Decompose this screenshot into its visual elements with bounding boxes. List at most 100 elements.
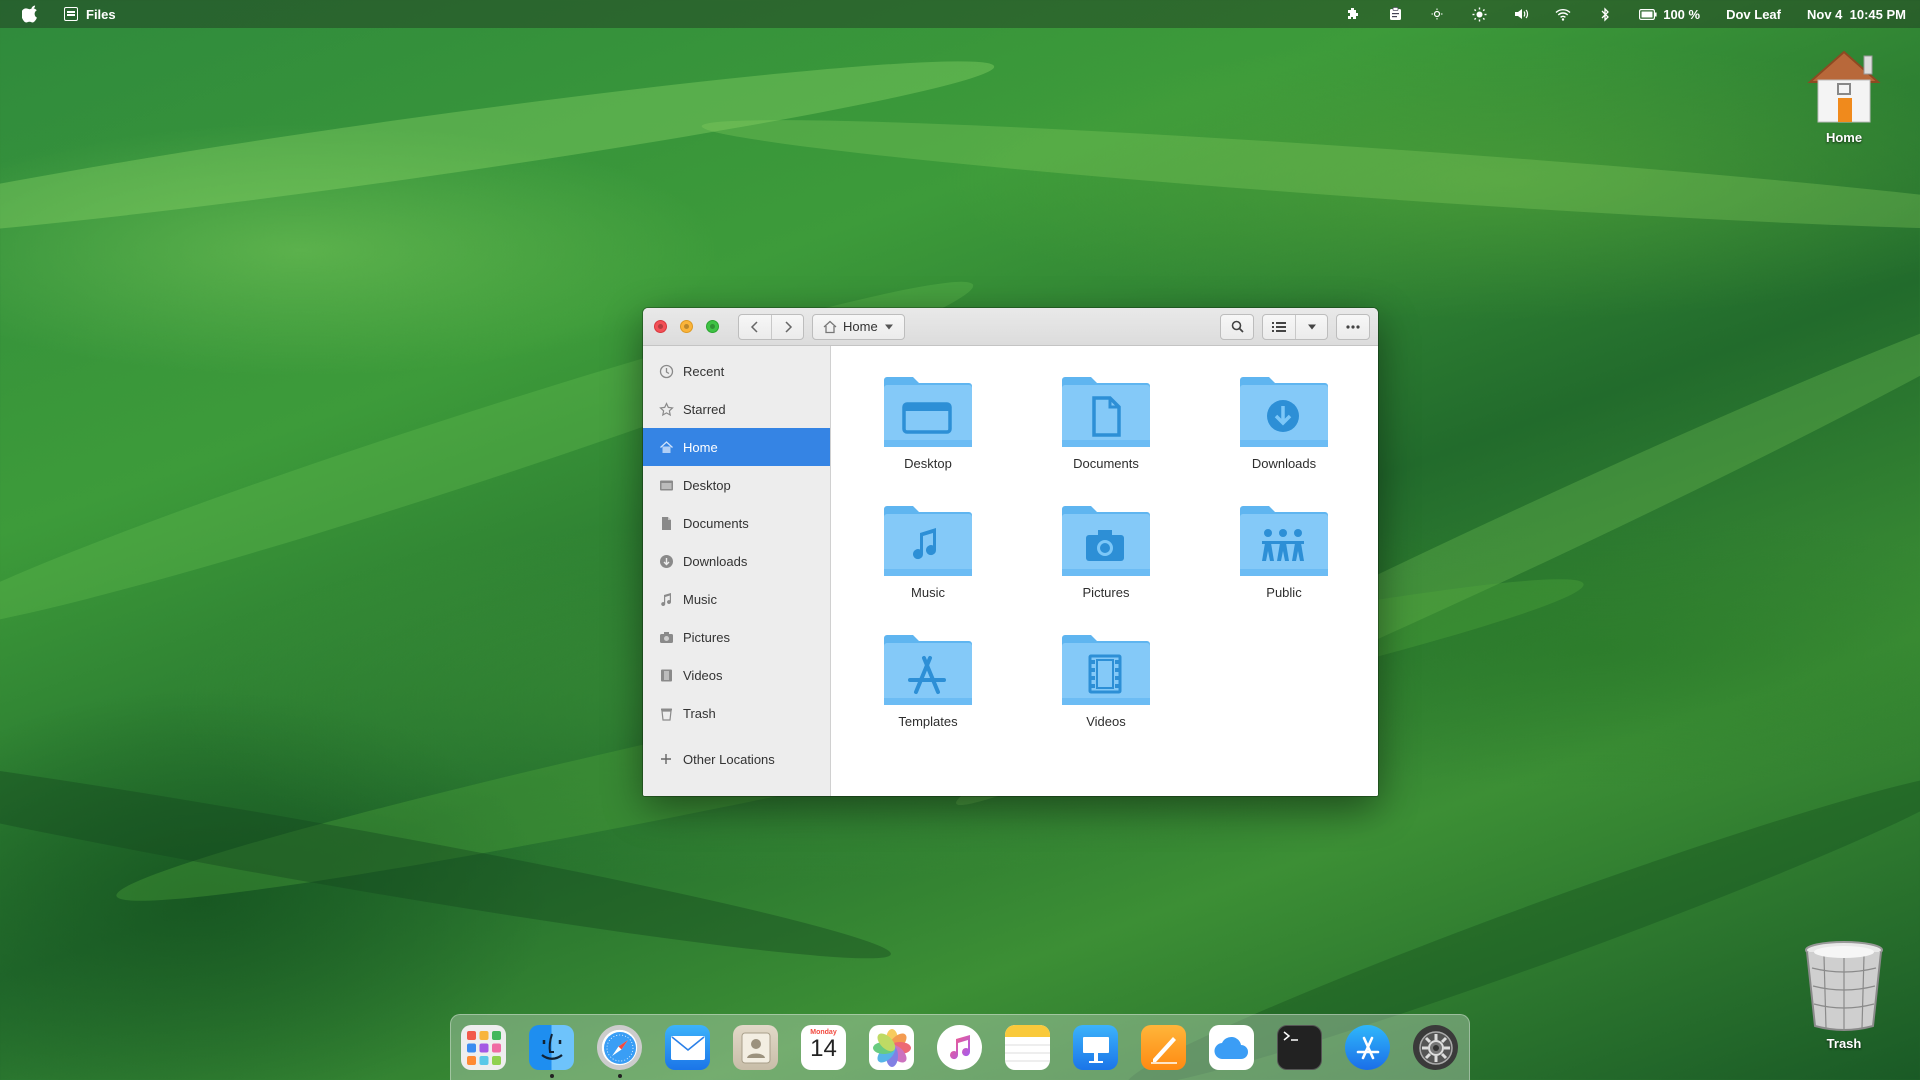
dock: Monday 14 xyxy=(450,1014,1470,1080)
dock-contacts[interactable] xyxy=(733,1025,778,1070)
dock-keynote[interactable] xyxy=(1073,1025,1118,1070)
terminal-icon xyxy=(1283,1031,1298,1041)
star-icon xyxy=(658,401,674,417)
people-folder-icon xyxy=(1240,506,1328,576)
sidebar-item-home[interactable]: Home xyxy=(643,428,830,466)
view-options-button[interactable] xyxy=(1295,314,1327,339)
clock-icon xyxy=(658,363,674,379)
wifi-icon[interactable] xyxy=(1555,6,1571,22)
dock-calendar[interactable]: Monday 14 xyxy=(801,1025,846,1070)
dock-notes[interactable] xyxy=(1005,1025,1050,1070)
music-folder-icon xyxy=(884,506,972,576)
apple-menu-icon[interactable] xyxy=(22,5,40,23)
menu-button[interactable] xyxy=(1337,315,1369,339)
photos-icon xyxy=(872,1028,911,1067)
path-bar-home[interactable]: Home xyxy=(812,313,905,340)
active-app-name[interactable]: Files xyxy=(86,7,116,22)
forward-button[interactable] xyxy=(771,314,803,339)
launchpad-icon xyxy=(466,1030,501,1065)
dock-settings[interactable] xyxy=(1413,1025,1458,1070)
close-button[interactable] xyxy=(654,320,667,333)
minimize-button[interactable] xyxy=(680,320,693,333)
desktop-trash-icon[interactable]: Trash xyxy=(1800,938,1888,1051)
bluetooth-icon[interactable] xyxy=(1597,6,1613,22)
sidebar-item-label: Pictures xyxy=(683,629,730,645)
search-button-group xyxy=(1220,313,1254,340)
header-bar[interactable]: Home xyxy=(643,308,1378,346)
folder-videos[interactable]: Videos xyxy=(1036,632,1176,729)
dock-files[interactable] xyxy=(529,1025,574,1078)
download-folder-icon xyxy=(1240,377,1328,447)
dock-music[interactable] xyxy=(937,1025,982,1070)
folder-downloads[interactable]: Downloads xyxy=(1214,374,1354,471)
sidebar: Recent Starred Home Desktop Documents Downloa… xyxy=(643,346,831,796)
sidebar-item-videos[interactable]: Videos xyxy=(643,656,830,694)
film-icon xyxy=(658,667,674,683)
folder-view: Desktop Documents Downloads Music Pictures Pu… xyxy=(831,346,1378,796)
battery-icon xyxy=(1639,8,1657,20)
caret-down-icon xyxy=(884,324,893,329)
night-light-icon[interactable] xyxy=(1429,6,1445,22)
dock-safari[interactable] xyxy=(597,1025,642,1078)
battery-percentage: 100 % xyxy=(1663,6,1701,22)
sidebar-item-trash[interactable]: Trash xyxy=(643,694,830,732)
sidebar-item-other-locations[interactable]: Other Locations xyxy=(643,740,830,778)
sidebar-item-recent[interactable]: Recent xyxy=(643,352,830,390)
contacts-icon xyxy=(741,1032,770,1063)
caret-down-icon xyxy=(1307,324,1316,329)
dock-photos[interactable] xyxy=(869,1025,914,1070)
battery-indicator[interactable]: 100 % xyxy=(1639,6,1700,22)
list-icon xyxy=(1272,321,1286,332)
folder-documents[interactable]: Documents xyxy=(1036,374,1176,471)
folder-public[interactable]: Public xyxy=(1214,503,1354,600)
top-bar: Files 100 % Dov Leaf Nov 4 10:45 PM xyxy=(0,0,1920,28)
desktop-home-label: Home xyxy=(1825,130,1863,145)
sidebar-item-downloads[interactable]: Downloads xyxy=(643,542,830,580)
user-name[interactable]: Dov Leaf xyxy=(1726,7,1781,22)
folder-label: Pictures xyxy=(1082,585,1130,600)
clock[interactable]: Nov 4 10:45 PM xyxy=(1807,7,1906,22)
compass-icon xyxy=(603,1031,636,1064)
calendar-date: 14 xyxy=(810,1035,837,1062)
brightness-icon[interactable] xyxy=(1471,6,1487,22)
sidebar-item-desktop[interactable]: Desktop xyxy=(643,466,830,504)
search-button[interactable] xyxy=(1221,315,1253,339)
clipboard-icon[interactable] xyxy=(1387,6,1403,22)
dock-app-store[interactable] xyxy=(1345,1025,1390,1070)
folder-pictures[interactable]: Pictures xyxy=(1036,503,1176,600)
dock-terminal[interactable] xyxy=(1277,1025,1322,1070)
camera-icon xyxy=(658,629,674,645)
sidebar-item-label: Music xyxy=(683,591,717,607)
dock-mail[interactable] xyxy=(665,1025,710,1070)
sidebar-item-documents[interactable]: Documents xyxy=(643,504,830,542)
folder-desktop[interactable]: Desktop xyxy=(858,374,998,471)
folder-label: Downloads xyxy=(1251,456,1317,471)
plus-icon xyxy=(658,751,674,767)
folder-templates[interactable]: Templates xyxy=(858,632,998,729)
sidebar-item-label: Other Locations xyxy=(683,751,775,767)
folder-label: Templates xyxy=(898,714,958,729)
volume-icon[interactable] xyxy=(1513,6,1529,22)
sidebar-item-starred[interactable]: Starred xyxy=(643,390,830,428)
music-note-icon xyxy=(949,1034,970,1059)
desktop-home-icon[interactable]: Home xyxy=(1800,42,1888,145)
list-view-button[interactable] xyxy=(1263,315,1295,339)
extensions-icon[interactable] xyxy=(1345,6,1361,22)
view-button-group xyxy=(1262,313,1328,340)
gear-icon xyxy=(1418,1030,1453,1065)
sidebar-item-label: Documents xyxy=(683,515,749,531)
back-button[interactable] xyxy=(739,315,771,339)
document-icon xyxy=(658,515,674,531)
search-icon xyxy=(1231,320,1244,333)
dock-launchpad[interactable] xyxy=(461,1025,506,1070)
keynote-icon xyxy=(1082,1036,1109,1063)
folder-music[interactable]: Music xyxy=(858,503,998,600)
sidebar-item-pictures[interactable]: Pictures xyxy=(643,618,830,656)
maximize-button[interactable] xyxy=(706,320,719,333)
desktop-folder-icon xyxy=(884,377,972,447)
dock-icloud[interactable] xyxy=(1209,1025,1254,1070)
sidebar-item-music[interactable]: Music xyxy=(643,580,830,618)
dock-pages[interactable] xyxy=(1141,1025,1186,1070)
sidebar-item-label: Videos xyxy=(683,667,723,683)
sidebar-separator xyxy=(643,732,830,740)
